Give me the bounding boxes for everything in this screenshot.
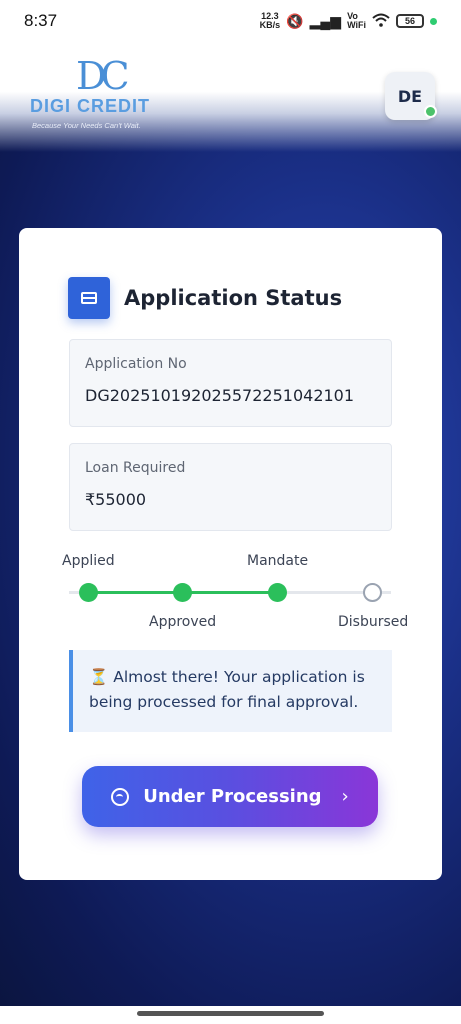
- status-bar: 8:37 12.3 KB/s 🔇 ▂▄▆ Vo WiFi 56: [0, 0, 461, 42]
- step-dot-disbursed: [363, 583, 382, 602]
- step-label-mandate: Mandate: [247, 553, 309, 569]
- loan-required-value: ₹55000: [85, 490, 147, 509]
- battery-icon: 56: [396, 14, 424, 28]
- privacy-indicator-icon: [430, 17, 437, 25]
- step-dot-approved: [173, 583, 192, 602]
- chevron-right-icon: ›: [341, 786, 349, 807]
- processing-icon: [111, 787, 130, 806]
- step-label-disbursed: Disbursed: [338, 614, 409, 630]
- step-dot-applied: [79, 583, 98, 602]
- application-status-card: Application Status Application No DG2025…: [19, 228, 442, 880]
- card-header: Application Status: [68, 277, 342, 319]
- avatar-initials: DE: [397, 86, 423, 106]
- step-dot-mandate: [268, 583, 287, 602]
- home-gesture-handle[interactable]: [137, 1011, 324, 1016]
- step-label-approved: Approved: [149, 614, 217, 630]
- status-note: ⏳ Almost there! Your application is bein…: [69, 650, 392, 732]
- application-no-field: Application No DG20251019202557225104​21…: [69, 339, 392, 427]
- system-nav-bar: [0, 1006, 461, 1024]
- loan-required-label: Loan Required: [85, 460, 186, 476]
- credit-card-icon: [68, 277, 110, 319]
- under-processing-button[interactable]: Under Processing ›: [82, 766, 378, 827]
- mute-icon: 🔇: [286, 12, 304, 29]
- progress-tracker: Applied Approved Mandate Disbursed: [59, 553, 419, 633]
- logo-tagline: Because Your Needs Can't Wait.: [32, 121, 141, 130]
- net-speed: 12.3 KB/s: [259, 11, 281, 30]
- logo-mark: DC: [76, 54, 129, 98]
- vowifi-icon: Vo WiFi: [347, 11, 366, 30]
- user-avatar[interactable]: DE: [385, 72, 437, 120]
- wifi-icon: [372, 13, 390, 30]
- signal-icon: ▂▄▆: [309, 12, 342, 29]
- page-title: Application Status: [124, 286, 343, 310]
- status-time: 8:37: [24, 11, 58, 30]
- online-status-icon: [424, 105, 437, 118]
- status-icons: 12.3 KB/s 🔇 ▂▄▆ Vo WiFi 56: [260, 12, 437, 30]
- logo-text: DIGI CREDIT: [30, 96, 151, 116]
- loan-required-field: Loan Required ₹55000: [69, 443, 392, 531]
- application-no-value: DG20251019202557225104​2101: [85, 386, 355, 405]
- under-processing-label: Under Processing: [143, 786, 322, 807]
- digi-credit-logo: DC DIGI CREDIT Because Your Needs Can't …: [30, 52, 175, 132]
- application-no-label: Application No: [85, 356, 187, 372]
- step-label-applied: Applied: [62, 553, 115, 569]
